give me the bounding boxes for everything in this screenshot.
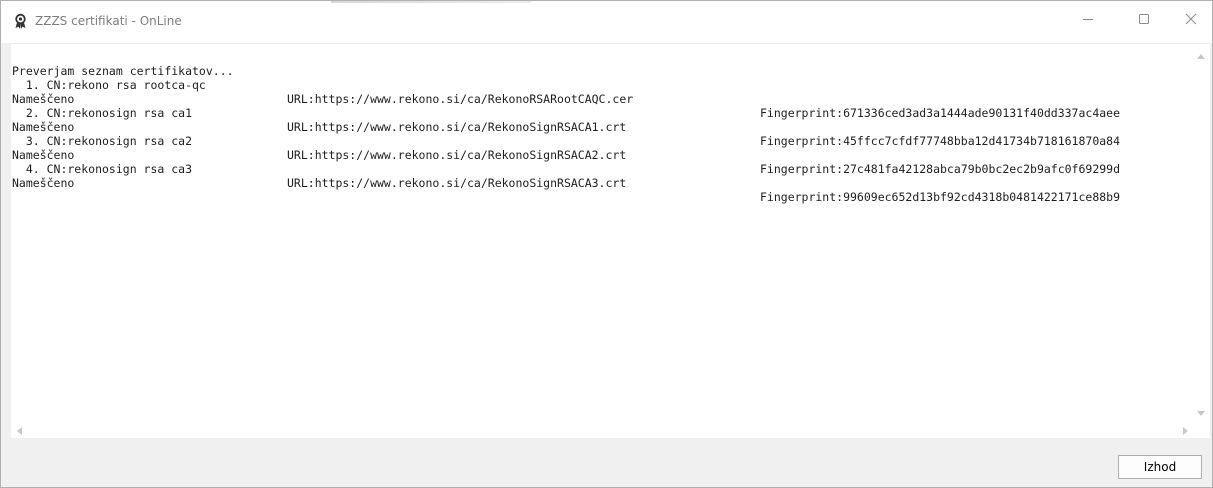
cert-entry-line: 4. CN:rekonosign rsa ca3 URL:https://www…	[12, 148, 1192, 204]
minimize-button[interactable]	[1065, 1, 1111, 37]
scroll-up-icon[interactable]	[1197, 54, 1205, 59]
maximize-button[interactable]	[1121, 1, 1167, 37]
cert-entry-line: 2. CN:rekonosign rsa ca1 URL:https://www…	[12, 92, 1192, 148]
cert-url: URL:https://www.rekono.si/ca/RekonoSignR…	[287, 176, 627, 190]
output-lines: Preverjam seznam certifikatov... 1. CN:r…	[12, 50, 1192, 424]
cert-entry-line: 1. CN:rekono rsa rootca-qc URL:https://w…	[12, 64, 1192, 120]
cert-status-line: Nameščeno	[12, 106, 1192, 134]
cert-status-line: Nameščeno	[12, 162, 1192, 190]
window-title: ZZZS certifikati - OnLine	[35, 14, 182, 28]
scroll-down-icon[interactable]	[1197, 411, 1205, 416]
vertical-scrollbar[interactable]	[1193, 44, 1210, 424]
cert-entry-line: 3. CN:rekonosign rsa ca2 URL:https://www…	[12, 120, 1192, 176]
log-header-line: Preverjam seznam certifikatov...	[12, 50, 1192, 78]
exit-button[interactable]: Izhod	[1118, 455, 1202, 479]
close-icon	[1185, 13, 1197, 25]
title-bar[interactable]: ZZZS certifikati - OnLine	[1, 1, 1212, 43]
scroll-left-icon[interactable]	[17, 427, 22, 435]
horizontal-scrollbar[interactable]	[11, 423, 1210, 438]
cert-fingerprint: Fingerprint:99609ec652d13bf92cd4318b0481…	[760, 190, 1121, 204]
app-icon	[12, 13, 29, 30]
app-window: ZZZS certifikati - OnLine Preverjam sezn…	[0, 0, 1213, 488]
cert-status-line: Nameščeno	[12, 134, 1192, 162]
top-edge-decoration	[331, 1, 531, 3]
close-button[interactable]	[1168, 1, 1212, 37]
scroll-right-icon[interactable]	[1183, 427, 1188, 435]
output-log[interactable]: Preverjam seznam certifikatov... 1. CN:r…	[11, 43, 1210, 438]
maximize-icon	[1138, 13, 1150, 25]
minimize-icon	[1082, 13, 1094, 25]
cert-status: Nameščeno	[12, 176, 75, 190]
cert-status-line: Nameščeno	[12, 78, 1192, 106]
